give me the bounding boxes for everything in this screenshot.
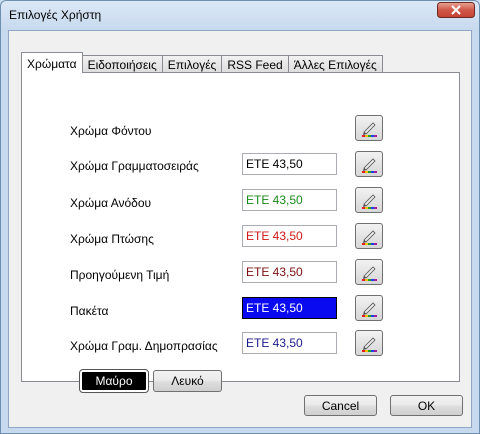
tab-strip: Χρώματα Ειδοποιήσεις Επιλογές RSS Feed Ά… <box>21 52 383 73</box>
rise-color-pick-button[interactable] <box>355 187 383 213</box>
tab-colors[interactable]: Χρώματα <box>21 52 83 73</box>
fall-color-sample: ΕΤΕ 43,50 <box>242 225 337 247</box>
tab-rss-feed[interactable]: RSS Feed <box>221 55 289 73</box>
fall-color-label: Χρώμα Πτώσης <box>70 232 154 246</box>
pencil-color-icon <box>362 158 377 173</box>
pencil-color-icon <box>362 230 377 245</box>
pencil-color-icon <box>362 194 377 209</box>
rise-color-sample: ΕΤΕ 43,50 <box>242 189 337 211</box>
rise-color-label: Χρώμα Ανόδου <box>70 196 152 210</box>
font-color-label: Χρώμα Γραμματοσειράς <box>70 159 199 173</box>
pencil-color-icon <box>362 266 377 281</box>
window-close-button[interactable] <box>437 2 475 18</box>
packets-pick-button[interactable] <box>355 295 383 321</box>
tab-options[interactable]: Επιλογές <box>161 55 223 73</box>
cancel-button[interactable]: Cancel <box>304 395 377 416</box>
background-color-pick-button[interactable] <box>355 115 383 141</box>
fall-color-pick-button[interactable] <box>355 223 383 249</box>
packets-label: Πακέτα <box>70 304 109 318</box>
auction-line-color-sample: ΕΤΕ 43,50 <box>242 332 337 354</box>
auction-line-color-pick-button[interactable] <box>355 330 383 356</box>
white-theme-button[interactable]: Λευκό <box>153 370 222 392</box>
font-color-sample: ΕΤΕ 43,50 <box>242 153 337 175</box>
background-color-label: Χρώμα Φόντου <box>70 124 152 138</box>
colors-tab-panel: Χρώμα Φόντου Χρώμα Γραμματοσειράς ΕΤΕ 43… <box>21 72 460 393</box>
title-bar: Επιλογές Χρήστη <box>1 1 479 29</box>
font-color-pick-button[interactable] <box>355 151 383 177</box>
pencil-color-icon <box>362 302 377 317</box>
pencil-color-icon <box>362 122 377 137</box>
tab-notifications[interactable]: Ειδοποιήσεις <box>81 55 163 73</box>
options-dialog: Επιλογές Χρήστη Χρώματα Ειδοποιήσεις Επι… <box>0 0 480 434</box>
ok-button[interactable]: OK <box>390 395 463 416</box>
pencil-color-icon <box>362 337 377 352</box>
previous-price-pick-button[interactable] <box>355 259 383 285</box>
tab-other-options[interactable]: Άλλες Επιλογές <box>287 55 383 73</box>
window-title: Επιλογές Χρήστη <box>9 8 102 22</box>
packets-sample: ΕΤΕ 43,50 <box>242 297 337 319</box>
dialog-client-area: Χρώματα Ειδοποιήσεις Επιλογές RSS Feed Ά… <box>8 30 472 428</box>
previous-price-sample: ΕΤΕ 43,50 <box>242 261 337 283</box>
previous-price-label: Προηγούμενη Τιμή <box>70 268 170 282</box>
auction-line-color-label: Χρώμα Γραμ. Δημοπρασίας <box>70 339 218 353</box>
black-theme-button[interactable]: Μαύρο <box>79 369 149 393</box>
